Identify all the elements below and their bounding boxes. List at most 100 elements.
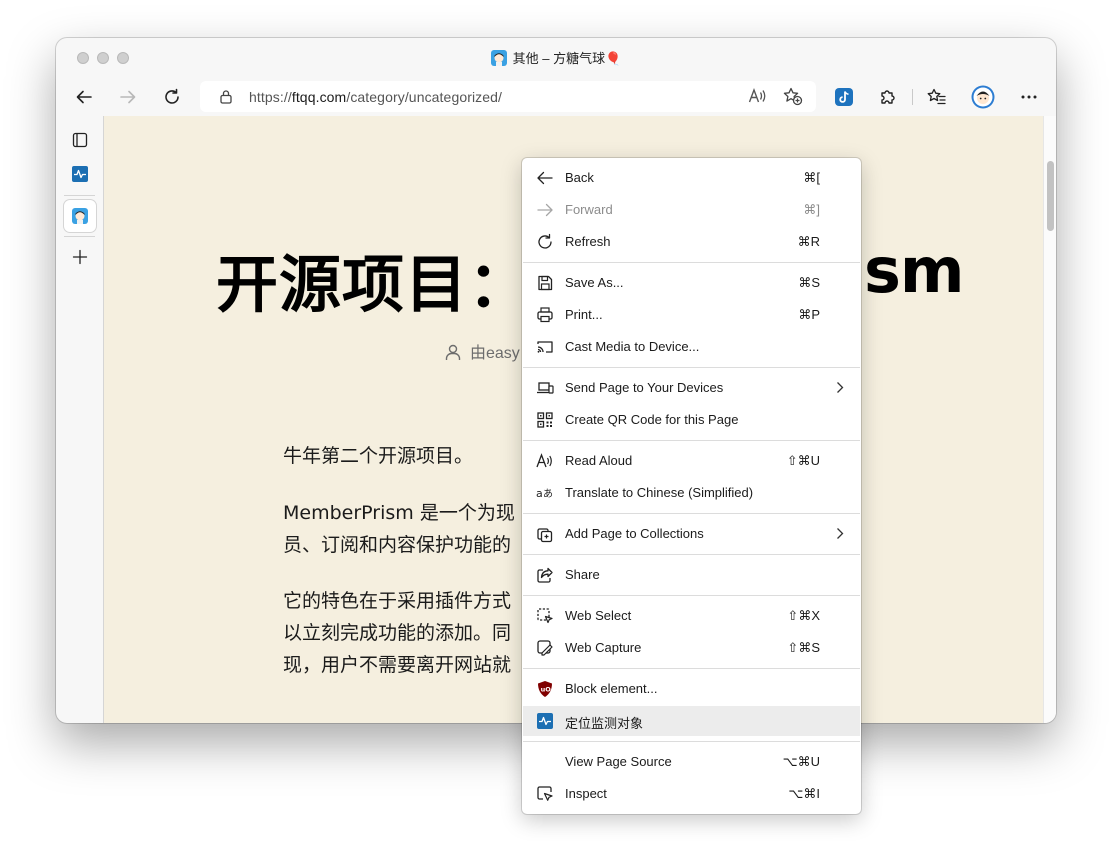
- monitor-pulse-icon: [72, 166, 88, 182]
- window-title: 其他 – 方糖气球🎈: [56, 48, 1056, 67]
- menu-separator: [523, 595, 860, 596]
- paragraph-2-line-1: MemberPrism 是一个为现: [283, 502, 515, 524]
- window-title-text: 其他 – 方糖气球🎈: [512, 51, 622, 66]
- share-icon: [536, 566, 554, 584]
- extensions-button[interactable]: [873, 82, 903, 112]
- page-scrollbar[interactable]: [1043, 116, 1056, 723]
- paragraph-3-line-2: 以立刻完成功能的添加。同: [283, 622, 512, 644]
- arrow-left-icon: [76, 90, 92, 104]
- menu-item-shortcut: ⇧⌘S: [787, 640, 820, 655]
- forward-button[interactable]: [113, 82, 143, 112]
- menu-item-label: Save As...: [565, 275, 624, 290]
- menu-item-web-select[interactable]: Web Select ⇧⌘X: [523, 601, 860, 631]
- menu-item-label: Create QR Code for this Page: [565, 412, 739, 427]
- lock-icon: [220, 90, 232, 104]
- refresh-icon: [536, 233, 554, 251]
- menu-item-shortcut: ⌥⌘I: [788, 786, 820, 801]
- menu-item-block-element[interactable]: uO Block element...: [523, 674, 860, 704]
- menu-separator: [523, 367, 860, 368]
- sidebar-divider: [64, 195, 95, 196]
- extension-tiktok-button[interactable]: [829, 82, 859, 112]
- sidebar-divider: [64, 236, 95, 237]
- tab-actions-icon: [72, 132, 88, 148]
- web-select-icon: [536, 607, 554, 625]
- svg-text:a: a: [536, 487, 543, 500]
- read-aloud-icon: [536, 452, 554, 470]
- article-title-tail: sm: [864, 234, 965, 307]
- more-horizontal-icon: [1021, 95, 1037, 99]
- menu-item-read-aloud[interactable]: Read Aloud ⇧⌘U: [523, 446, 860, 476]
- menu-item-web-capture[interactable]: Web Capture ⇧⌘S: [523, 633, 860, 663]
- monitor-pulse-icon: [536, 712, 554, 730]
- new-tab-button[interactable]: [64, 241, 96, 273]
- read-aloud-icon: [748, 88, 766, 103]
- article-byline: 由easy: [444, 339, 520, 363]
- cast-icon: [536, 338, 554, 356]
- menu-item-label: Back: [565, 170, 594, 185]
- address-bar[interactable]: https://ftqq.com/category/uncategorized/: [200, 81, 816, 112]
- vertical-tab-sidebar: [56, 116, 104, 723]
- url-text: https://ftqq.com/category/uncategorized/: [249, 89, 502, 105]
- menu-item-label: Forward: [565, 202, 613, 217]
- profile-button[interactable]: [968, 82, 998, 112]
- paragraph-1: 牛年第二个开源项目。: [283, 445, 474, 467]
- tab-ftqq-active[interactable]: [64, 200, 96, 232]
- menu-separator: [523, 554, 860, 555]
- chevron-right-icon: [837, 382, 844, 393]
- arrow-right-icon: [536, 201, 554, 219]
- favorite-add-icon: [783, 87, 803, 106]
- menu-item-save-as[interactable]: Save As... ⌘S: [523, 268, 860, 298]
- menu-item-label: Print...: [565, 307, 603, 322]
- menu-item-share[interactable]: Share: [523, 560, 860, 590]
- menu-item-qr-code[interactable]: Create QR Code for this Page: [523, 405, 860, 435]
- menu-item-label: Send Page to Your Devices: [565, 380, 724, 395]
- devices-icon: [536, 379, 554, 397]
- arrow-left-icon: [536, 169, 554, 187]
- author-link[interactable]: 由easy: [470, 345, 520, 362]
- tab-actions-button[interactable]: [64, 124, 96, 156]
- back-button[interactable]: [69, 82, 99, 112]
- menu-item-forward[interactable]: Forward ⌘]: [523, 195, 860, 225]
- paragraph-3-line-1: 它的特色在于采用插件方式: [283, 590, 512, 612]
- chevron-right-icon: [837, 528, 844, 539]
- menu-item-label: Refresh: [565, 234, 611, 249]
- paragraph-3-line-3: 现，用户不需要离开网站就: [283, 654, 512, 676]
- menu-item-print[interactable]: Print... ⌘P: [523, 300, 860, 330]
- menu-item-inspect[interactable]: Inspect ⌥⌘I: [523, 779, 860, 809]
- menu-item-label: Web Capture: [565, 640, 642, 655]
- menu-item-refresh[interactable]: Refresh ⌘R: [523, 227, 860, 257]
- puzzle-icon: [881, 90, 895, 104]
- menu-separator: [523, 668, 860, 669]
- inspect-icon: [536, 785, 554, 803]
- menu-item-view-source[interactable]: View Page Source ⌥⌘U: [523, 747, 860, 777]
- settings-more-button[interactable]: [1014, 82, 1044, 112]
- scrollbar-thumb[interactable]: [1047, 161, 1054, 231]
- favorites-list-icon: [927, 88, 946, 105]
- refresh-button[interactable]: [157, 82, 187, 112]
- menu-item-locate-monitor[interactable]: 定位监测对象: [523, 706, 860, 736]
- menu-item-back[interactable]: Back ⌘[: [523, 163, 860, 193]
- menu-item-add-to-collections[interactable]: Add Page to Collections: [523, 519, 860, 549]
- tab-monitor[interactable]: [64, 158, 96, 190]
- menu-item-send-page[interactable]: Send Page to Your Devices: [523, 373, 860, 403]
- menu-item-label: Read Aloud: [565, 453, 633, 468]
- add-favorite-button[interactable]: [783, 87, 803, 111]
- browser-toolbar: https://ftqq.com/category/uncategorized/: [56, 78, 1056, 116]
- url-host: ftqq.com: [291, 89, 347, 105]
- read-aloud-button[interactable]: [748, 87, 768, 110]
- favorites-button[interactable]: [922, 82, 952, 112]
- menu-item-shortcut: ⌘[: [803, 170, 820, 185]
- qr-code-icon: [536, 411, 554, 429]
- menu-item-shortcut: ⇧⌘U: [786, 453, 820, 468]
- context-menu: Back ⌘[ Forward ⌘] Refresh ⌘R Save As...…: [522, 158, 861, 814]
- web-capture-icon: [536, 639, 554, 657]
- tiktok-icon: [835, 88, 853, 106]
- translate-icon: aあ: [536, 484, 554, 502]
- article-title: 开源项目：: [216, 248, 532, 321]
- menu-item-translate[interactable]: aあ Translate to Chinese (Simplified): [523, 478, 860, 508]
- svg-text:uO: uO: [541, 686, 552, 694]
- menu-item-label: Web Select: [565, 608, 632, 623]
- menu-item-shortcut: ⌘]: [803, 202, 820, 217]
- print-icon: [536, 306, 554, 324]
- menu-item-cast-media[interactable]: Cast Media to Device...: [523, 332, 860, 362]
